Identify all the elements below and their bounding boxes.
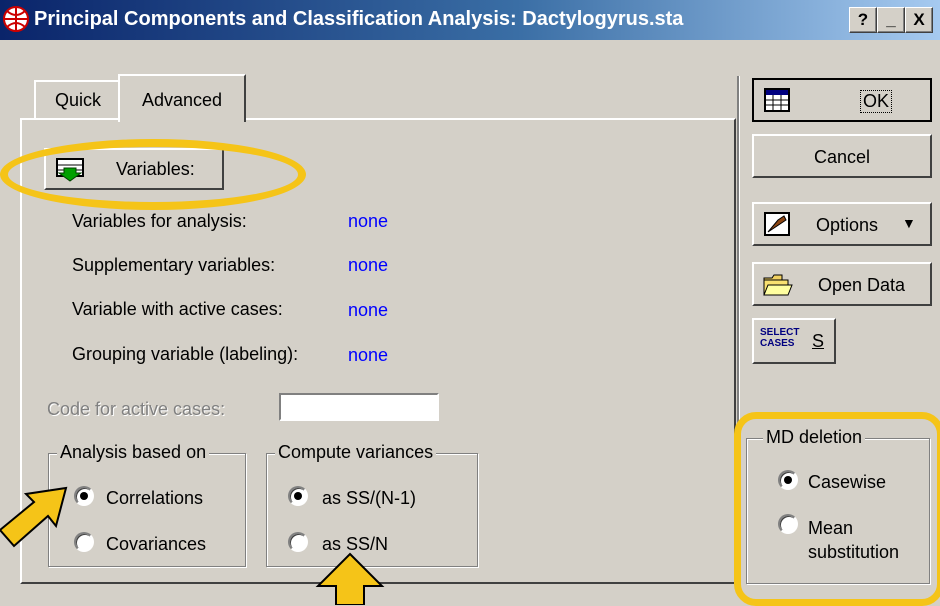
open-data-button[interactable]: Open Data — [752, 262, 932, 306]
radio-ss-n-1[interactable] — [288, 486, 308, 506]
options-icon — [764, 212, 790, 236]
window-title: Principal Components and Classification … — [34, 8, 684, 30]
field-label-grouping: Grouping variable (labeling): — [72, 344, 299, 364]
cancel-button[interactable]: Cancel — [752, 134, 932, 178]
radio-correlations-label: Correlations — [106, 488, 204, 508]
compute-variances-title: Compute variances — [275, 442, 437, 463]
tab-quick[interactable]: Quick — [34, 80, 122, 118]
ok-button[interactable]: OK — [752, 78, 932, 122]
options-button[interactable]: Options ▼ — [752, 202, 932, 246]
open-data-button-label: Open Data — [818, 275, 906, 295]
field-value-active-cases: none — [348, 300, 389, 320]
cancel-button-label: Cancel — [814, 147, 871, 167]
options-button-label: Options — [816, 215, 879, 235]
field-label-supplementary: Supplementary variables: — [72, 255, 276, 275]
field-label-analysis: Variables for analysis: — [72, 211, 247, 231]
select-cases-icon: SELECT CASES — [760, 327, 800, 349]
select-cases-s-label: S — [812, 331, 825, 351]
ok-button-label: OK — [860, 90, 893, 113]
code-active-cases-input[interactable] — [279, 393, 439, 421]
help-button[interactable]: ? — [849, 7, 877, 33]
radio-correlations[interactable] — [74, 486, 94, 506]
folder-icon — [763, 274, 793, 296]
field-label-active-cases: Variable with active cases: — [72, 299, 283, 319]
select-cases-button[interactable]: SELECT CASES S — [752, 318, 836, 364]
code-active-cases-label: Code for active cases: — [47, 399, 226, 419]
radio-ss-n-1-label: as SS/(N-1) — [322, 488, 417, 508]
variables-highlight-ellipse — [0, 139, 306, 210]
radio-covariances-label: Covariances — [106, 534, 207, 554]
close-button[interactable]: X — [905, 7, 933, 33]
minimize-button[interactable]: _ — [877, 7, 905, 33]
tab-advanced[interactable]: Advanced — [118, 74, 246, 122]
dropdown-arrow-icon: ▼ — [902, 215, 916, 231]
title-bar[interactable]: Principal Components and Classification … — [0, 0, 940, 40]
analysis-based-on-title: Analysis based on — [57, 442, 210, 463]
spreadsheet-icon — [764, 88, 790, 112]
field-value-analysis: none — [348, 211, 389, 231]
radio-covariances[interactable] — [74, 532, 94, 552]
pca-dialog: Principal Components and Classification … — [0, 0, 940, 606]
field-value-supplementary: none — [348, 255, 389, 275]
md-deletion-highlight-box — [734, 412, 940, 606]
arrow-annotation-left — [0, 486, 68, 548]
field-value-grouping: none — [348, 345, 389, 365]
arrow-annotation-bottom — [315, 552, 385, 605]
radio-ss-n[interactable] — [288, 532, 308, 552]
app-globe-icon — [3, 6, 29, 32]
